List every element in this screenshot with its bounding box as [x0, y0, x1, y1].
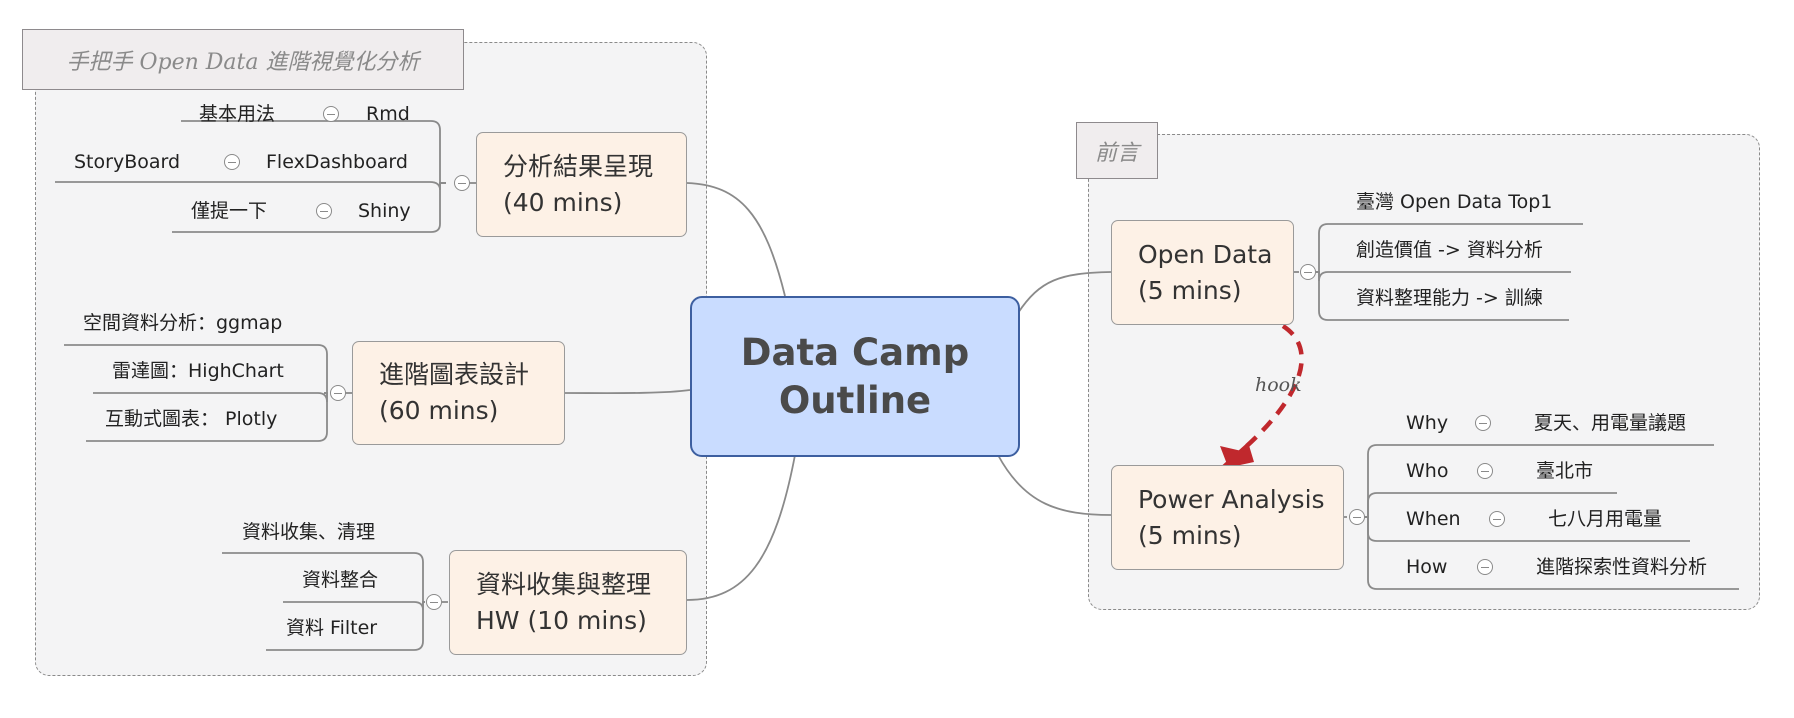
collapse-button[interactable]: [454, 175, 470, 191]
collapse-button[interactable]: [316, 203, 332, 219]
collapse-button[interactable]: [426, 594, 442, 610]
topic-collection-line2: HW (10 mins): [476, 605, 647, 635]
subtopic-label[interactable]: StoryBoard: [74, 150, 180, 174]
collapse-button[interactable]: [330, 385, 346, 401]
subtopic-label[interactable]: When: [1406, 507, 1461, 531]
subtopic-label[interactable]: FlexDashboard: [266, 150, 408, 174]
topic-presentation-line1: 分析結果呈現: [503, 151, 654, 181]
subtopic-label[interactable]: How: [1406, 555, 1447, 579]
collapse-button[interactable]: [323, 106, 339, 122]
subtopic-label[interactable]: 七八月用電量: [1548, 507, 1662, 531]
subtopic-label[interactable]: 僅提一下: [191, 199, 267, 223]
collapse-button[interactable]: [1300, 264, 1316, 280]
topic-collection[interactable]: 資料收集與整理 HW (10 mins): [449, 550, 687, 655]
subtopic-label[interactable]: 創造價值 -> 資料分析: [1356, 238, 1543, 262]
topic-power-analysis[interactable]: Power Analysis (5 mins): [1111, 465, 1344, 570]
subtopic-label[interactable]: 資料整理能力 -> 訓練: [1356, 286, 1543, 310]
subtopic-label[interactable]: 資料收集、清理: [242, 520, 375, 544]
topic-presentation[interactable]: 分析結果呈現 (40 mins): [476, 132, 687, 237]
subtopic-label[interactable]: Shiny: [358, 199, 411, 223]
topic-charts[interactable]: 進階圖表設計 (60 mins): [352, 341, 565, 445]
collapse-button[interactable]: [1489, 511, 1505, 527]
topic-open-data[interactable]: Open Data (5 mins): [1111, 220, 1294, 325]
topic-open-data-line2: (5 mins): [1138, 275, 1242, 305]
subtopic-label[interactable]: 資料 Filter: [286, 616, 377, 640]
topic-power-analysis-line2: (5 mins): [1138, 520, 1242, 550]
subtopic-label[interactable]: 臺灣 Open Data Top1: [1356, 190, 1552, 214]
central-topic-line2: Outline: [778, 378, 932, 422]
collapse-button[interactable]: [1477, 559, 1493, 575]
subtopic-label[interactable]: 資料整合: [302, 568, 378, 592]
central-topic[interactable]: Data Camp Outline: [690, 296, 1020, 457]
subtopic-label[interactable]: Who: [1406, 459, 1448, 483]
collapse-button[interactable]: [1475, 415, 1491, 431]
subtopic-label[interactable]: 夏天、用電量議題: [1534, 411, 1686, 435]
topic-presentation-line2: (40 mins): [503, 187, 623, 217]
topic-open-data-line1: Open Data: [1138, 239, 1273, 269]
topic-charts-line2: (60 mins): [379, 396, 499, 425]
subtopic-label[interactable]: 互動式圖表： Plotly: [105, 407, 277, 431]
subtopic-label[interactable]: 進階探索性資料分析: [1536, 555, 1707, 579]
relationship-label[interactable]: hook: [1255, 374, 1302, 396]
collapse-button[interactable]: [1477, 463, 1493, 479]
central-topic-line1: Data Camp: [740, 330, 970, 374]
subtopic-label[interactable]: Rmd: [366, 102, 410, 126]
subtopic-label[interactable]: 雷達圖：HighChart: [112, 359, 284, 383]
topic-collection-line1: 資料收集與整理: [476, 569, 652, 599]
subtopic-label[interactable]: 基本用法: [199, 102, 275, 126]
subtopic-label[interactable]: 臺北市: [1536, 459, 1593, 483]
subtopic-label[interactable]: Why: [1406, 411, 1448, 435]
topic-power-analysis-line1: Power Analysis: [1138, 484, 1325, 514]
collapse-button[interactable]: [1349, 509, 1365, 525]
subtopic-label[interactable]: 空間資料分析：ggmap: [83, 311, 282, 335]
topic-charts-line1: 進階圖表設計: [379, 360, 530, 389]
collapse-button[interactable]: [224, 154, 240, 170]
